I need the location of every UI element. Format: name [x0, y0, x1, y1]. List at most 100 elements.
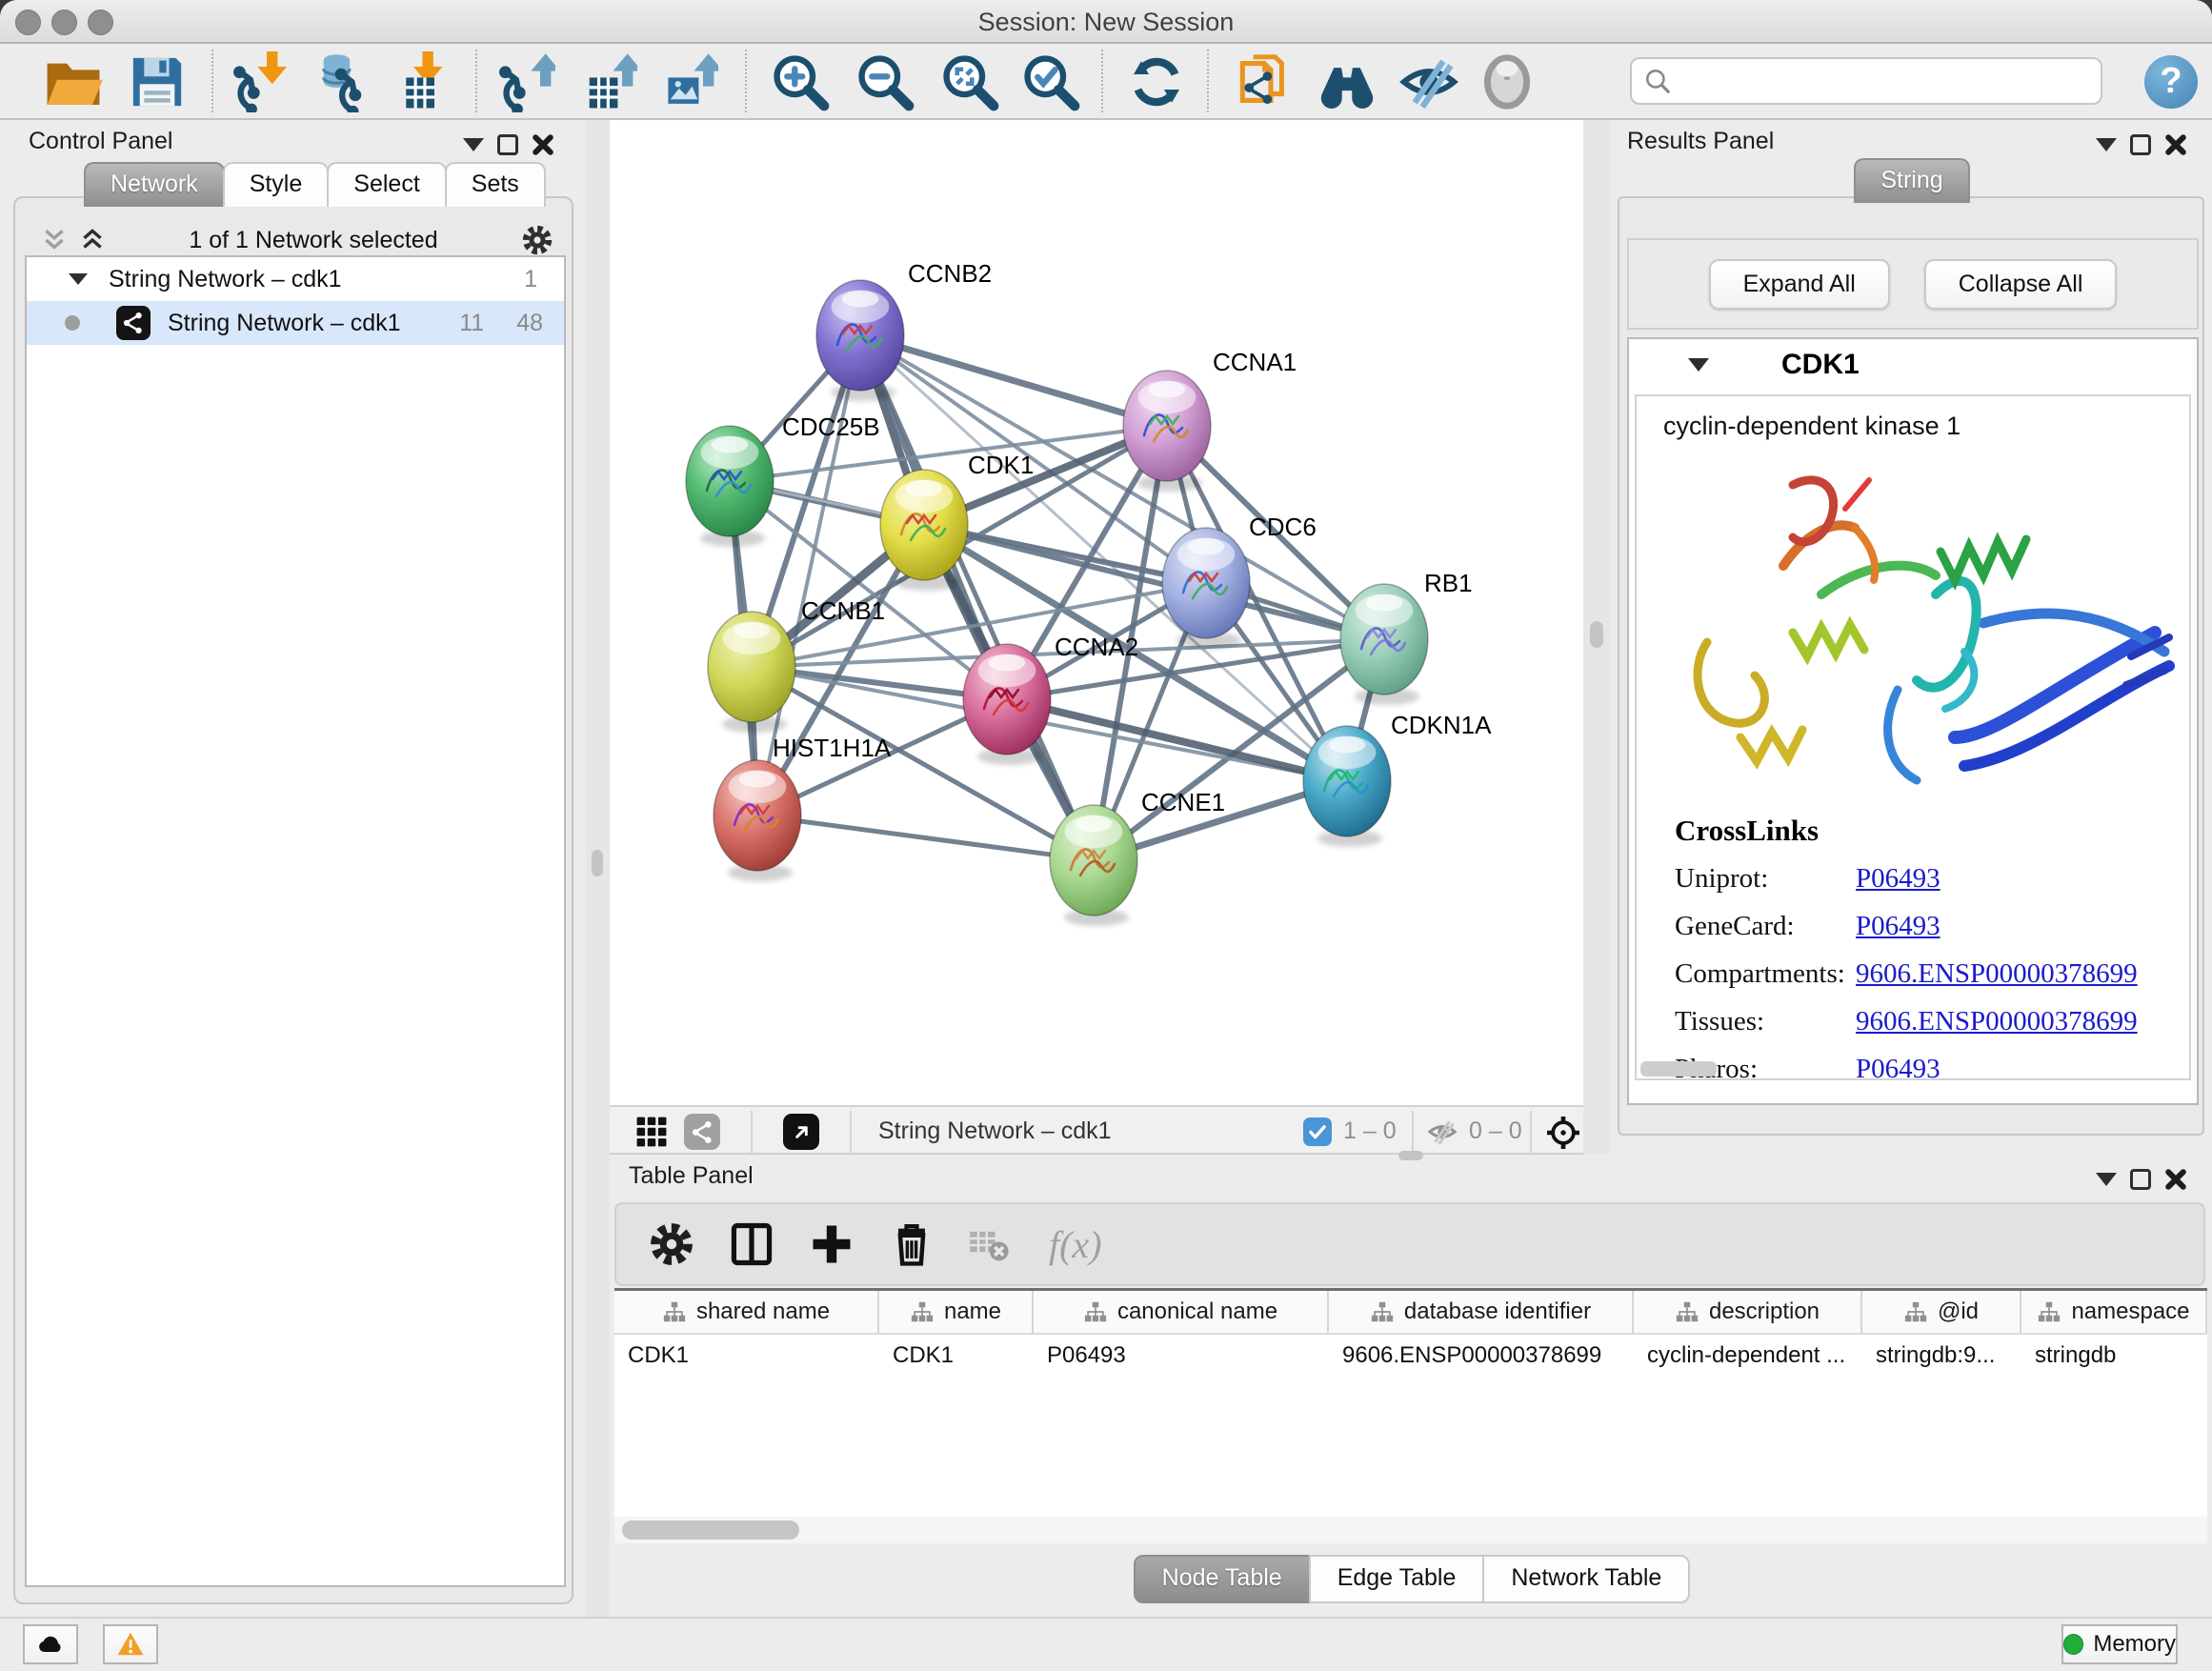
- table-cell[interactable]: stringdb:9...: [1862, 1335, 2021, 1377]
- splitter-handle[interactable]: [1590, 621, 1603, 648]
- panel-menu-icon[interactable]: [463, 138, 484, 151]
- tab-network-table[interactable]: Network Table: [1482, 1555, 1690, 1603]
- export-network-icon[interactable]: [494, 51, 555, 112]
- delete-column-icon[interactable]: [887, 1219, 936, 1269]
- import-table-from-file-icon[interactable]: [389, 51, 450, 112]
- hide-selected-icon[interactable]: [1398, 51, 1459, 112]
- collapse-all-button[interactable]: Collapse All: [1924, 259, 2118, 310]
- network-row[interactable]: String Network – cdk1 11 48: [27, 301, 564, 345]
- crosslink-link[interactable]: P06493: [1856, 1054, 1941, 1080]
- zoom-in-icon[interactable]: [770, 51, 831, 112]
- panel-close-icon[interactable]: [2164, 1168, 2187, 1191]
- node-CCNB2[interactable]: [816, 280, 904, 401]
- node-CDKN1A[interactable]: [1303, 726, 1391, 847]
- expand-all-button[interactable]: Expand All: [1709, 259, 1890, 310]
- save-session-icon[interactable]: [127, 51, 188, 112]
- warnings-button[interactable]: [103, 1624, 158, 1664]
- cloud-status-button[interactable]: [23, 1624, 78, 1664]
- control-panel-tab-style[interactable]: Style: [223, 162, 330, 207]
- control-panel-tab-select[interactable]: Select: [327, 162, 446, 207]
- export-image-icon[interactable]: [657, 51, 718, 112]
- create-column-icon[interactable]: [807, 1219, 856, 1269]
- node-CCNE1[interactable]: [1050, 805, 1137, 926]
- panel-float-icon[interactable]: [2130, 1169, 2151, 1190]
- crosslink-link[interactable]: P06493: [1856, 911, 1941, 942]
- right-splitter[interactable]: [1583, 120, 1610, 1155]
- first-neighbors-icon[interactable]: [1317, 51, 1377, 112]
- detach-view-icon[interactable]: [783, 1114, 819, 1150]
- tab-string[interactable]: String: [1854, 158, 1969, 203]
- table-row[interactable]: CDK1CDK1P064939606.ENSP00000378699cyclin…: [614, 1335, 2207, 1377]
- column-header-name[interactable]: name: [879, 1291, 1034, 1333]
- expand-all-icon[interactable]: [78, 226, 107, 254]
- splitter-handle[interactable]: [592, 850, 603, 876]
- selected-checkbox[interactable]: [1303, 1117, 1332, 1146]
- column-header-@id[interactable]: @id: [1862, 1291, 2021, 1333]
- zoom-selected-icon[interactable]: [1020, 51, 1081, 112]
- birds-eye-view-icon[interactable]: [1545, 1115, 1581, 1156]
- column-header-namespace[interactable]: namespace: [2021, 1291, 2207, 1333]
- node-CDC25B[interactable]: [686, 426, 774, 547]
- edge-CCNB2-CCNA1[interactable]: [860, 335, 1167, 426]
- results-scrollbar-thumb[interactable]: [1640, 1061, 1717, 1077]
- tab-node-table[interactable]: Node Table: [1134, 1555, 1311, 1603]
- left-splitter[interactable]: [586, 120, 610, 1617]
- table-cell[interactable]: CDK1: [879, 1335, 1034, 1377]
- crosslink-link[interactable]: 9606.ENSP00000378699: [1856, 958, 2138, 990]
- network-collection-row[interactable]: String Network – cdk1 1: [27, 257, 564, 301]
- import-network-from-database-icon[interactable]: [311, 51, 372, 112]
- splitter-handle[interactable]: [1398, 1151, 1423, 1160]
- refresh-layout-icon[interactable]: [1126, 51, 1187, 112]
- crosslink-link[interactable]: P06493: [1856, 863, 1941, 895]
- column-header-shared-name[interactable]: shared name: [614, 1291, 879, 1333]
- grid-mode-icon[interactable]: [634, 1115, 669, 1154]
- panel-float-icon[interactable]: [2130, 134, 2151, 155]
- collapse-all-icon[interactable]: [40, 226, 69, 254]
- panel-float-icon[interactable]: [497, 134, 518, 155]
- show-all-icon[interactable]: [1477, 51, 1538, 112]
- collection-expander-icon[interactable]: [69, 273, 88, 285]
- zoom-fit-icon[interactable]: [939, 51, 1000, 112]
- column-header-canonical-name[interactable]: canonical name: [1034, 1291, 1329, 1333]
- column-header-database-identifier[interactable]: database identifier: [1329, 1291, 1634, 1333]
- network-options-gear-icon[interactable]: [520, 223, 554, 257]
- string-network-graph[interactable]: CCNB2CCNA1CDC25BCDK1CDC6RB1CCNB1CCNA2CDK…: [610, 120, 1583, 1105]
- memory-button[interactable]: Memory: [2061, 1624, 2178, 1664]
- node-table[interactable]: shared namenamecanonical namedatabase id…: [614, 1288, 2207, 1543]
- show-columns-icon[interactable]: [727, 1219, 776, 1269]
- search-input[interactable]: [1672, 59, 2101, 103]
- table-hscrollbar-thumb[interactable]: [622, 1520, 799, 1540]
- node-CCNB1[interactable]: [708, 612, 795, 733]
- panel-menu-icon[interactable]: [2096, 138, 2117, 151]
- network-tab-content: 1 of 1 Network selected String Network –…: [13, 196, 573, 1604]
- table-cell[interactable]: 9606.ENSP00000378699: [1329, 1335, 1634, 1377]
- control-panel-tab-network[interactable]: Network: [84, 162, 225, 207]
- table-cell[interactable]: cyclin-dependent ...: [1634, 1335, 1862, 1377]
- table-options-gear-icon[interactable]: [647, 1219, 696, 1269]
- open-session-icon[interactable]: [43, 51, 104, 112]
- table-cell[interactable]: P06493: [1034, 1335, 1329, 1377]
- panel-menu-icon[interactable]: [2096, 1173, 2117, 1186]
- table-hscrollbar[interactable]: [614, 1517, 2207, 1543]
- tab-edge-table[interactable]: Edge Table: [1309, 1555, 1485, 1603]
- zoom-out-icon[interactable]: [855, 51, 915, 112]
- edge-CCNB2-CCNE1[interactable]: [860, 335, 1094, 860]
- panel-close-icon[interactable]: [2164, 133, 2187, 156]
- share-view-icon[interactable]: [684, 1114, 720, 1150]
- control-panel-tab-sets[interactable]: Sets: [445, 162, 546, 207]
- table-cell[interactable]: stringdb: [2021, 1335, 2207, 1377]
- import-network-from-file-icon[interactable]: [229, 51, 290, 112]
- table-cell[interactable]: CDK1: [614, 1335, 879, 1377]
- node-HIST1H1A[interactable]: [714, 760, 801, 881]
- clone-network-icon[interactable]: [1233, 51, 1294, 112]
- panel-close-icon[interactable]: [532, 133, 554, 156]
- result-expander-icon[interactable]: [1688, 358, 1709, 372]
- network-canvas[interactable]: CCNB2CCNA1CDC25BCDK1CDC6RB1CCNB1CCNA2CDK…: [610, 120, 1583, 1105]
- crosslink-link[interactable]: 9606.ENSP00000378699: [1856, 1006, 2138, 1037]
- column-header-description[interactable]: description: [1634, 1291, 1862, 1333]
- export-table-icon[interactable]: [576, 51, 637, 112]
- node-CDC6[interactable]: [1162, 528, 1250, 649]
- help-icon[interactable]: ?: [2144, 55, 2198, 109]
- edge-HIST1H1A-CCNE1[interactable]: [757, 815, 1094, 860]
- node-RB1[interactable]: [1340, 584, 1428, 705]
